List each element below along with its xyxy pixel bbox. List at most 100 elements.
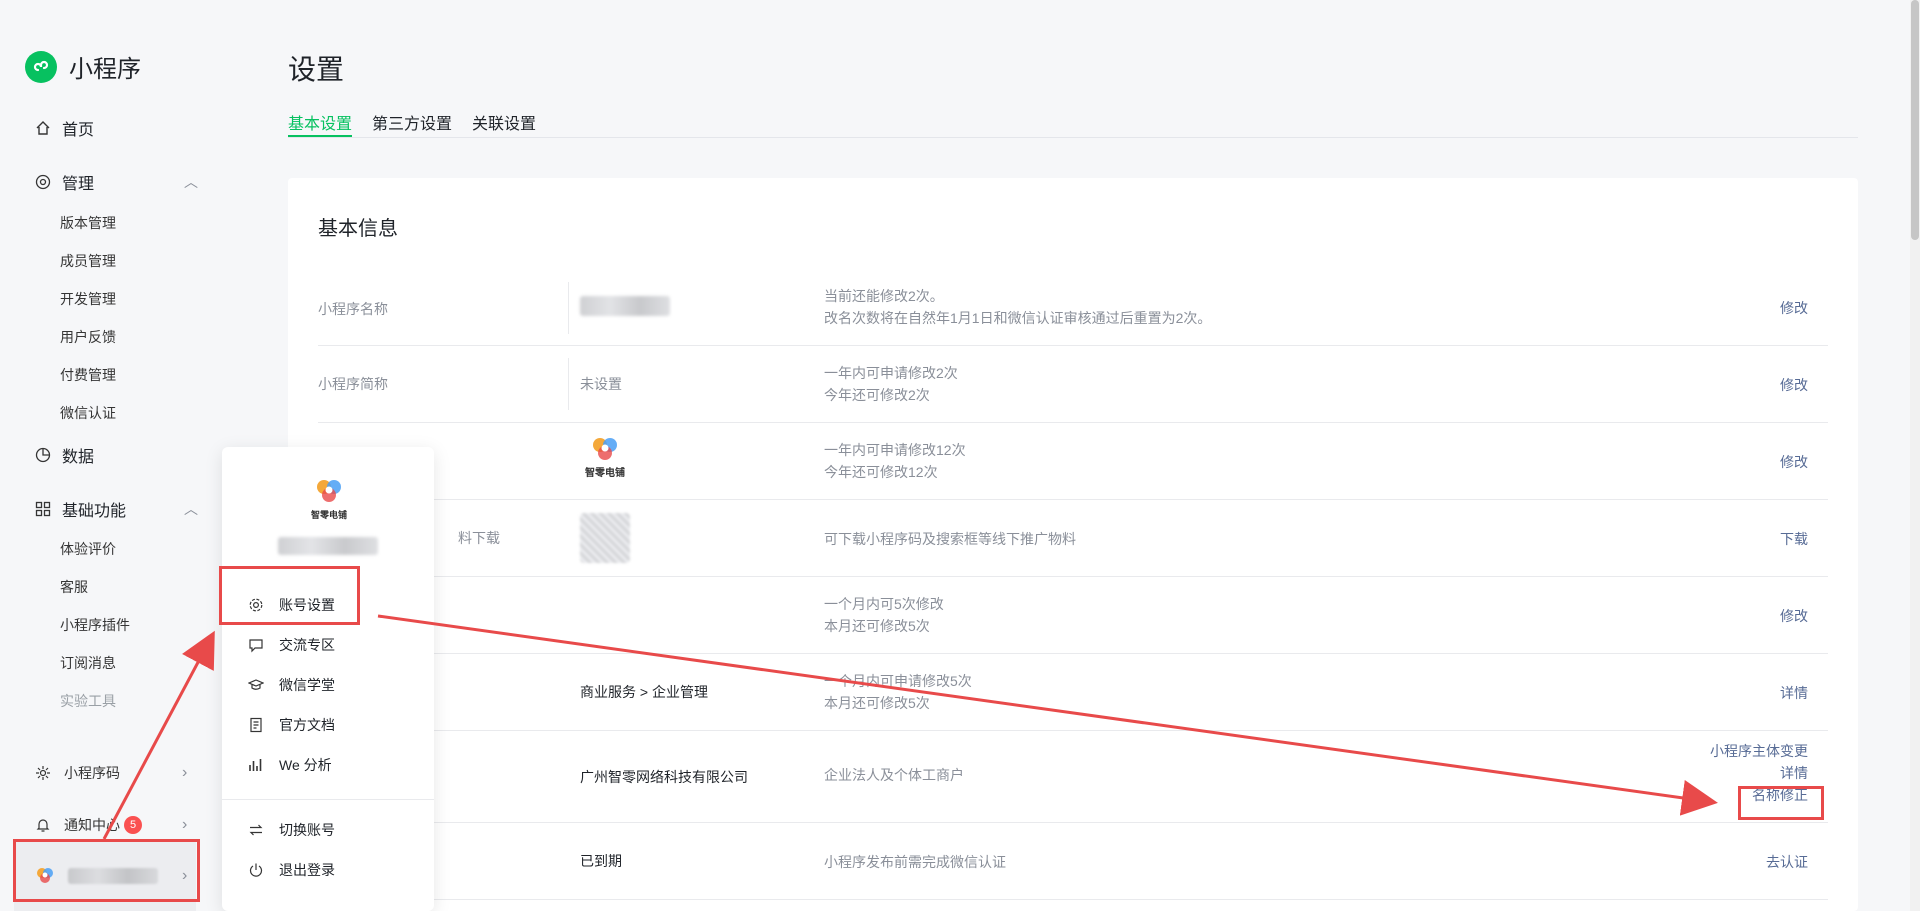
download-link[interactable]: 下载	[1780, 528, 1808, 550]
row-desc: 企业法人及个体工商户	[824, 764, 964, 786]
sidebar-item-rating[interactable]: 体验评价	[60, 539, 116, 559]
pie-chart-icon	[34, 446, 52, 464]
qrcode-image	[580, 513, 630, 563]
desc-line: 一年内可申请修改2次	[824, 365, 958, 381]
menu-switch-account[interactable]: 切换账号	[247, 820, 335, 840]
sidebar-item-payment[interactable]: 付费管理	[60, 365, 116, 385]
menu-item-label: We 分析	[279, 757, 332, 773]
sidebar-item-wechat-auth[interactable]: 微信认证	[60, 403, 116, 423]
menu-divider	[222, 799, 434, 800]
chevron-right-icon: ›	[182, 867, 188, 884]
home-icon	[34, 119, 52, 137]
sidebar-item-label: 数据	[62, 449, 95, 466]
sidebar-item-home[interactable]: 首页	[34, 116, 94, 140]
account-popup-menu: 智零电铺 账号设置 交流专区 微信学堂 官方文档 We 分析 切换账号 退出登录	[222, 447, 434, 911]
row-value: 广州智零网络科技有限公司	[580, 769, 748, 785]
menu-we-analysis[interactable]: We 分析	[247, 755, 332, 775]
desc-line: 一个月内可5次修改	[824, 596, 944, 612]
sidebar-item-qrcode[interactable]: 小程序码 ›	[34, 763, 204, 783]
sidebar-item-feedback[interactable]: 用户反馈	[60, 327, 116, 347]
name-blurred	[580, 296, 670, 316]
document-icon	[247, 716, 265, 734]
row-desc: 小程序发布前需完成微信认证	[824, 851, 1006, 873]
category-detail-link[interactable]: 详情	[1780, 682, 1808, 704]
qrcode-blurred	[580, 513, 630, 563]
sidebar-item-label: 基础功能	[62, 503, 127, 520]
chat-bubble-icon	[247, 636, 265, 654]
row-value: 商业服务 > 企业管理	[580, 684, 708, 700]
menu-item-label: 微信学堂	[279, 677, 335, 693]
popup-logo-caption: 智零电铺	[310, 510, 347, 520]
desc-line: 一年内可申请修改12次	[824, 442, 966, 458]
menu-logout[interactable]: 退出登录	[247, 860, 335, 880]
bell-icon	[34, 816, 52, 834]
app-logo[interactable]: 小程序	[25, 49, 141, 84]
row-value: 已到期	[580, 853, 622, 869]
logo-caption: 智零电铺	[585, 468, 625, 479]
modify-name-link[interactable]: 修改	[1780, 297, 1808, 319]
desc-line: 企业法人及个体工商户	[824, 767, 964, 783]
sidebar-item-service[interactable]: 客服	[60, 577, 88, 597]
sidebar-item-version[interactable]: 版本管理	[60, 213, 116, 233]
go-certify-link[interactable]: 去认证	[1766, 851, 1808, 873]
desc-line: 本月还可修改5次	[824, 618, 930, 634]
row-value: 未设置	[580, 376, 622, 392]
sidebar-item-data[interactable]: 数据	[34, 443, 94, 467]
basic-info-card: 基本信息 小程序名称 当前还能修改2次。 改名次数将在自然年1月1日和微信认证审…	[288, 178, 1858, 911]
table-row: 广州智零网络科技有限公司 企业法人及个体工商户 小程序主体变更 详情 名称修正	[318, 731, 1828, 823]
sidebar-item-notify[interactable]: 通知中心 5 ›	[34, 815, 204, 835]
chevron-up-icon: ︿	[184, 501, 198, 517]
swap-icon	[247, 821, 265, 839]
menu-item-label: 官方文档	[279, 717, 335, 733]
row-label: 小程序名称	[318, 301, 388, 317]
sidebar-item-label: 管理	[62, 176, 95, 193]
divider	[568, 358, 569, 410]
table-row: 商业服务 > 企业管理 一个月内可申请修改5次 本月还可修改5次 详情	[318, 654, 1828, 731]
desc-line: 本月还可修改5次	[824, 695, 930, 711]
menu-item-label: 账号设置	[279, 597, 335, 613]
sidebar-item-members[interactable]: 成员管理	[60, 251, 116, 271]
scrollbar-thumb[interactable]	[1911, 0, 1919, 240]
modify-short-name-link[interactable]: 修改	[1780, 374, 1808, 396]
sidebar-item-dev[interactable]: 开发管理	[60, 289, 116, 309]
menu-item-label: 交流专区	[279, 637, 335, 653]
table-row: 一个月内可5次修改 本月还可修改5次 修改	[318, 577, 1828, 654]
sidebar-item-manage[interactable]: 管理 ︿	[34, 170, 204, 194]
chevron-right-icon: ›	[182, 764, 188, 781]
table-row: 料下载 可下载小程序码及搜索框等线下推广物料 下载	[318, 500, 1828, 577]
sidebar-item-basic[interactable]: 基础功能 ︿	[34, 497, 204, 521]
row-label: 料下载	[458, 530, 500, 546]
chevron-up-icon: ︿	[184, 174, 198, 190]
menu-item-label: 退出登录	[279, 862, 335, 878]
modify-logo-link[interactable]: 修改	[1780, 451, 1808, 473]
tab-third-party-settings[interactable]: 第三方设置	[372, 110, 452, 137]
row-desc: 一个月内可5次修改 本月还可修改5次	[824, 593, 944, 637]
name-correction-link[interactable]: 名称修正	[1710, 784, 1808, 806]
modify-link[interactable]: 修改	[1780, 605, 1808, 627]
desc-line: 当前还能修改2次。	[824, 288, 944, 304]
tab-basic-settings[interactable]: 基本设置	[288, 110, 353, 137]
sidebar-item-subscribe[interactable]: 订阅消息	[60, 653, 116, 673]
menu-community[interactable]: 交流专区	[247, 635, 335, 655]
page-scrollbar[interactable]	[1910, 0, 1920, 911]
notify-count-badge: 5	[124, 816, 142, 834]
subject-change-link[interactable]: 小程序主体变更	[1710, 740, 1808, 762]
menu-wechat-academy[interactable]: 微信学堂	[247, 675, 335, 695]
sidebar-item-plugin[interactable]: 小程序插件	[60, 615, 130, 635]
account-menu-trigger[interactable]: ›	[14, 841, 196, 911]
menu-account-settings[interactable]: 账号设置	[247, 595, 335, 615]
menu-official-docs[interactable]: 官方文档	[247, 715, 335, 735]
row-desc: 一年内可申请修改12次 今年还可修改12次	[824, 439, 966, 483]
graduation-cap-icon	[247, 676, 265, 694]
desc-line: 今年还可修改12次	[824, 464, 938, 480]
tab-linked-settings[interactable]: 关联设置	[472, 110, 536, 137]
avatar	[34, 865, 56, 887]
popup-account-name-blurred	[278, 537, 378, 555]
power-icon	[247, 861, 265, 879]
settings-tabs: 基本设置 第三方设置 关联设置	[288, 110, 1858, 138]
sidebar-item-lab[interactable]: 实验工具	[60, 691, 116, 711]
row-label: 小程序简称	[318, 376, 388, 392]
subject-detail-link[interactable]: 详情	[1710, 762, 1808, 784]
row-value	[580, 296, 670, 316]
row-desc: 可下载小程序码及搜索框等线下推广物料	[824, 528, 1076, 550]
